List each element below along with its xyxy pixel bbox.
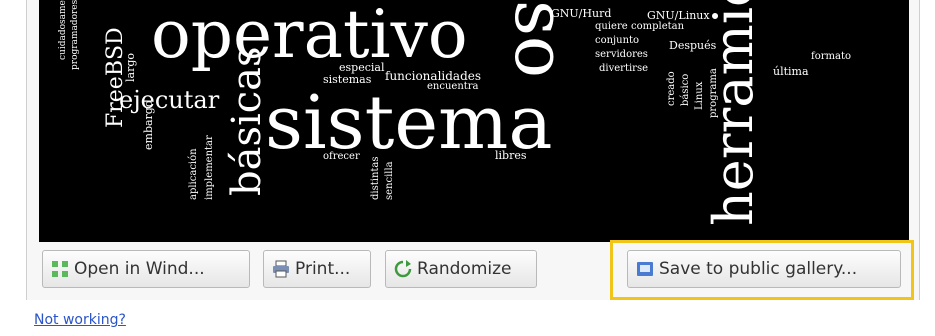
word-cloud-word: herramie bbox=[702, 0, 765, 226]
save-to-public-gallery-button[interactable]: Save to public gallery... bbox=[627, 250, 901, 288]
word-cloud-word: GNU/Hurd bbox=[551, 7, 612, 20]
randomize-label: Randomize bbox=[417, 259, 512, 279]
word-cloud-word: básico bbox=[680, 73, 691, 106]
word-cloud-word: operativo bbox=[151, 0, 468, 73]
word-cloud-word: formato bbox=[811, 51, 851, 62]
word-cloud-word: última bbox=[773, 65, 809, 78]
save-to-public-gallery-label: Save to public gallery... bbox=[659, 259, 858, 279]
word-cloud-word: básicas bbox=[224, 46, 270, 196]
word-cloud-word: programadores bbox=[70, 0, 80, 70]
not-working-link[interactable]: Not working? bbox=[34, 312, 126, 328]
word-cloud-word: ejecutar bbox=[119, 86, 220, 114]
word-cloud-word: sencilla bbox=[384, 161, 395, 200]
word-cloud-word: distintas bbox=[370, 156, 381, 200]
print-button[interactable]: Print... bbox=[263, 250, 371, 288]
word-cloud-word: servidores bbox=[595, 49, 648, 60]
gallery-save-icon bbox=[636, 260, 654, 278]
open-in-window-button[interactable]: Open in Wind... bbox=[42, 250, 250, 288]
word-cloud-word: libres bbox=[495, 149, 527, 162]
toolbar: Open in Wind... Print... Randomize Save … bbox=[39, 250, 909, 290]
printer-icon bbox=[272, 260, 290, 278]
word-cloud-word: conjunto bbox=[595, 35, 640, 46]
word-cloud-word: quiere bbox=[595, 21, 628, 32]
word-cloud-word: cuidadosamente bbox=[58, 0, 68, 60]
word-cloud-word: creado bbox=[666, 71, 677, 106]
open-in-window-label: Open in Wind... bbox=[74, 259, 205, 279]
word-cloud-word: aplicación bbox=[188, 148, 199, 200]
word-cloud-word: implementar bbox=[204, 135, 215, 200]
expand-icon bbox=[51, 260, 69, 278]
word-cloud-word: especial bbox=[339, 61, 385, 74]
word-cloud-canvas: cuidadosamente programadores FreeBSD lar… bbox=[39, 0, 909, 242]
word-cloud-word: sistemas bbox=[323, 73, 372, 86]
word-cloud-word: divertirse bbox=[599, 63, 648, 74]
word-cloud-word: completan bbox=[631, 21, 685, 32]
word-cloud-word: GNU/Linux bbox=[647, 9, 710, 22]
print-label: Print... bbox=[295, 259, 351, 279]
randomize-button[interactable]: Randomize bbox=[385, 250, 537, 288]
word-cloud-word: encuentra bbox=[427, 81, 479, 92]
word-cloud-word: ofrecer bbox=[323, 151, 360, 162]
refresh-icon bbox=[394, 260, 412, 278]
word-cloud-word: largo bbox=[124, 53, 137, 82]
